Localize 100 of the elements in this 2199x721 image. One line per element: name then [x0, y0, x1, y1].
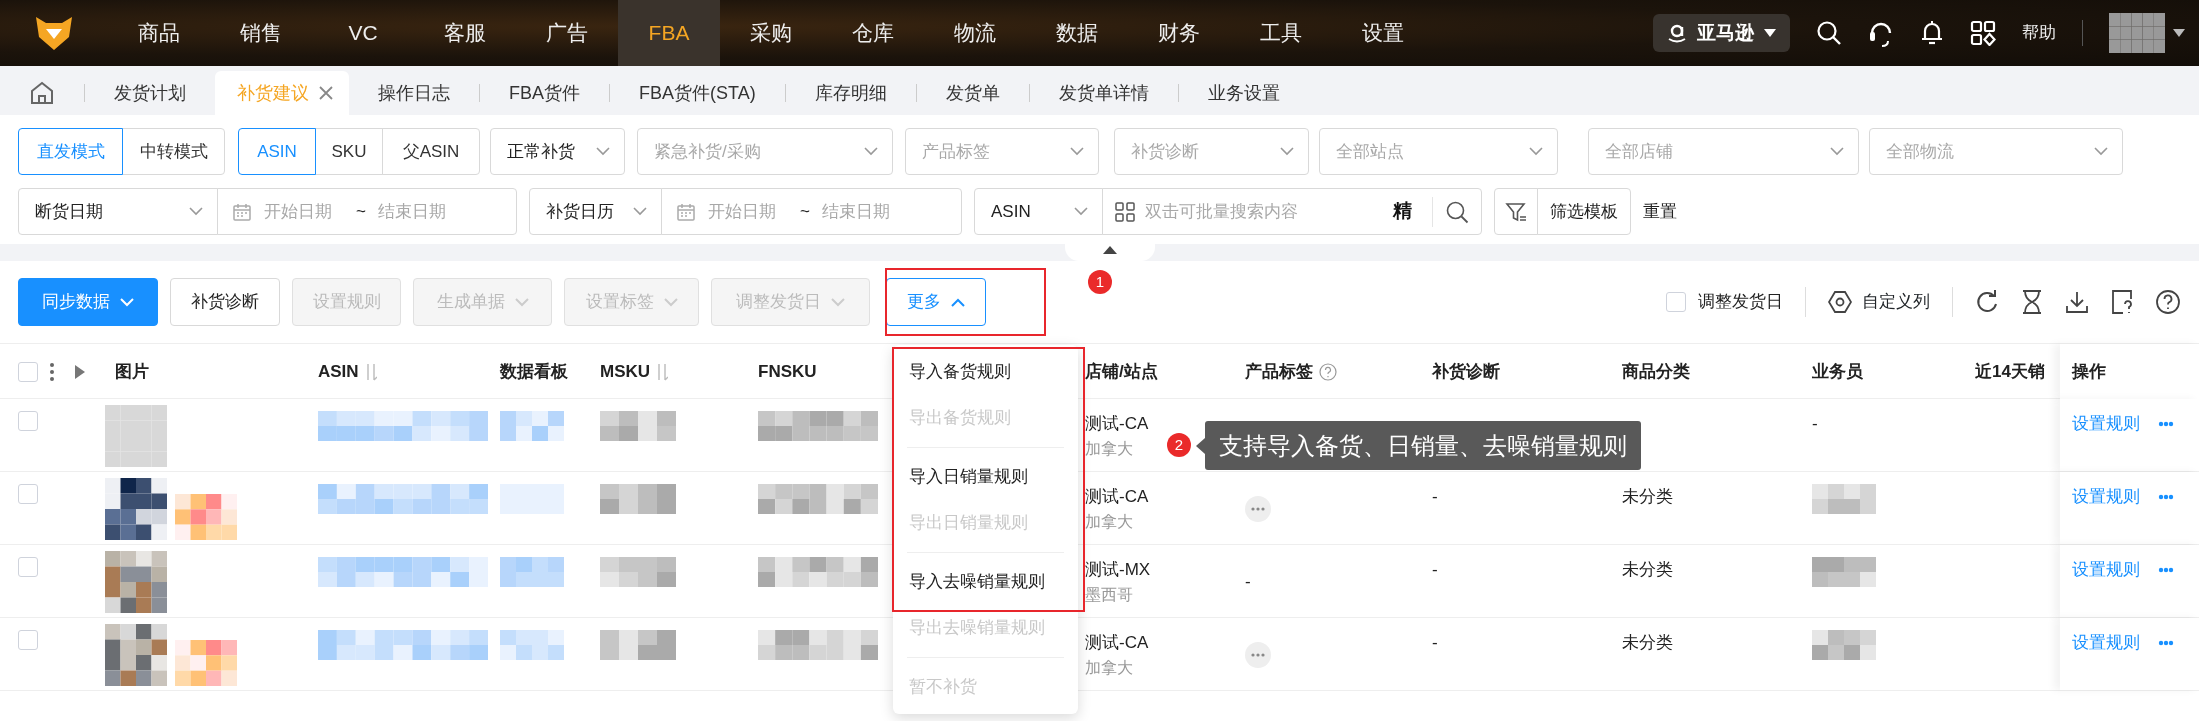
custom-columns-button[interactable]: 自定义列 — [1828, 289, 1930, 315]
tab[interactable]: 库存明细 — [785, 71, 916, 115]
chevron-icon — [1280, 147, 1294, 156]
tab[interactable]: FBA货件 — [480, 71, 609, 115]
select-field[interactable]: 产品标签 — [905, 128, 1099, 175]
nav-item[interactable]: 财务 — [1128, 0, 1230, 66]
search-field[interactable]: 双击可批量搜索内容 精 — [1102, 188, 1482, 235]
search-icon[interactable] — [1445, 199, 1469, 224]
select-input[interactable]: 补货诊断 — [1131, 138, 1280, 165]
tab[interactable]: 操作日志 — [349, 71, 479, 115]
document-help-icon[interactable] — [2111, 289, 2133, 315]
hourglass-icon[interactable] — [2021, 290, 2043, 314]
menu-item[interactable]: 导入日销量规则 — [893, 454, 1078, 500]
nav-item[interactable]: 数据 — [1026, 0, 1128, 66]
select-input[interactable]: 正常补货 — [507, 138, 596, 165]
nav-item[interactable]: VC — [312, 0, 414, 66]
checkbox[interactable] — [18, 630, 38, 650]
search-input[interactable]: 双击可批量搜索内容 — [1145, 198, 1373, 225]
select-field[interactable]: 全部店铺 — [1588, 128, 1859, 175]
checkbox[interactable] — [18, 484, 38, 504]
date-range-field[interactable]: 开始日期 ~ 结束日期 — [661, 188, 962, 235]
select-field[interactable]: 断货日期 — [18, 188, 218, 235]
select-input[interactable]: 产品标签 — [922, 138, 1070, 165]
drag-handle-icon[interactable] — [50, 362, 54, 381]
segment-option[interactable]: 父ASIN — [382, 128, 480, 175]
expand-icon[interactable] — [75, 364, 85, 379]
end-date-input[interactable]: 结束日期 — [377, 198, 458, 225]
segment-option[interactable]: SKU — [315, 128, 383, 175]
home-icon[interactable] — [29, 80, 55, 106]
filter-template-button[interactable]: 筛选模板 — [1537, 188, 1631, 235]
nav-item[interactable]: 广告 — [516, 0, 618, 66]
caret-icon — [2173, 29, 2185, 37]
close-icon[interactable] — [319, 86, 333, 100]
nav-item[interactable]: 采购 — [720, 0, 822, 66]
menu-item[interactable]: 导入去噪销量规则 — [893, 559, 1078, 605]
precise-toggle[interactable]: 精 — [1383, 197, 1422, 226]
more-icon[interactable] — [1251, 653, 1265, 657]
checkbox[interactable] — [18, 411, 38, 431]
select-field[interactable]: 补货诊断 — [1114, 128, 1309, 175]
chevron-icon — [2094, 147, 2108, 156]
start-date-input[interactable]: 开始日期 — [264, 198, 344, 225]
menu-item[interactable]: 导入备货规则 — [893, 349, 1078, 395]
column-header: 产品标签 — [1245, 360, 1313, 383]
checkbox[interactable] — [1666, 292, 1686, 312]
select-input[interactable]: 紧急补货/采购 — [654, 138, 864, 165]
tab[interactable]: 业务设置 — [1178, 71, 1309, 115]
category-text: 未分类 — [1622, 560, 1673, 579]
end-date-input[interactable]: 结束日期 — [821, 198, 902, 225]
nav-item[interactable]: 物流 — [924, 0, 1026, 66]
collapse-icon[interactable] — [1103, 245, 1117, 254]
more-icon[interactable] — [2158, 567, 2174, 573]
nav-item[interactable]: 商品 — [108, 0, 210, 66]
more-icon[interactable] — [1251, 507, 1265, 511]
date-range-field[interactable]: 开始日期 ~ 结束日期 — [217, 188, 517, 235]
help-link[interactable]: 帮助 — [2022, 20, 2056, 46]
tab[interactable]: FBA货件(STA) — [610, 71, 785, 115]
chevron-icon — [1074, 207, 1088, 216]
select-input[interactable]: 全部物流 — [1886, 138, 2094, 165]
apps-icon[interactable] — [1970, 20, 1996, 46]
refresh-icon[interactable] — [1975, 290, 1999, 314]
store-name: 测试-CA — [1085, 486, 1149, 508]
toolbar-button[interactable]: 补货诊断 — [170, 278, 280, 326]
select-input[interactable]: ASIN — [991, 198, 1074, 225]
nav-item[interactable]: 客服 — [414, 0, 516, 66]
checkbox[interactable] — [18, 361, 38, 382]
nav-item[interactable]: FBA — [618, 0, 720, 66]
tab[interactable]: 发货计划 — [85, 71, 215, 115]
more-icon[interactable] — [2158, 421, 2174, 427]
tab[interactable]: 发货单详情 — [1029, 71, 1178, 115]
more-icon[interactable] — [2158, 494, 2174, 500]
segment-option[interactable]: 中转模式 — [122, 128, 225, 175]
search-icon[interactable] — [1816, 20, 1842, 46]
start-date-input[interactable]: 开始日期 — [708, 198, 788, 225]
select-field[interactable]: 补货日历 — [529, 188, 662, 235]
tab[interactable]: 发货单 — [916, 71, 1029, 115]
nav-item[interactable]: 工具 — [1230, 0, 1332, 66]
select-field[interactable]: 全部站点 — [1319, 128, 1558, 175]
select-input[interactable]: 补货日历 — [546, 198, 633, 225]
column-header: ASIN — [318, 360, 359, 383]
platform-selector[interactable]: 亚马逊 — [1653, 14, 1790, 52]
filter-button[interactable] — [1494, 188, 1538, 235]
select-input[interactable]: 全部站点 — [1336, 138, 1529, 165]
nav-item[interactable]: 销售 — [210, 0, 312, 66]
bell-icon[interactable] — [1920, 19, 1944, 47]
nav-item[interactable]: 仓库 — [822, 0, 924, 66]
caret-icon — [1764, 29, 1776, 37]
nav-item[interactable]: 设置 — [1332, 0, 1434, 66]
reset-link[interactable]: 重置 — [1643, 198, 1677, 225]
select-input[interactable]: 全部店铺 — [1605, 138, 1830, 165]
select-input[interactable]: 断货日期 — [35, 198, 189, 225]
column-header: MSKU — [600, 360, 651, 383]
select-field[interactable]: ASIN — [974, 188, 1103, 235]
help-icon[interactable] — [2155, 289, 2181, 315]
checkbox[interactable] — [18, 557, 38, 577]
more-icon[interactable] — [2158, 640, 2174, 646]
select-field[interactable]: 紧急补货/采购 — [637, 128, 893, 175]
download-icon[interactable] — [2065, 290, 2089, 314]
diagnosis-text: - — [1432, 560, 1438, 579]
select-field[interactable]: 全部物流 — [1869, 128, 2123, 175]
select-field[interactable]: 正常补货 — [490, 128, 625, 175]
